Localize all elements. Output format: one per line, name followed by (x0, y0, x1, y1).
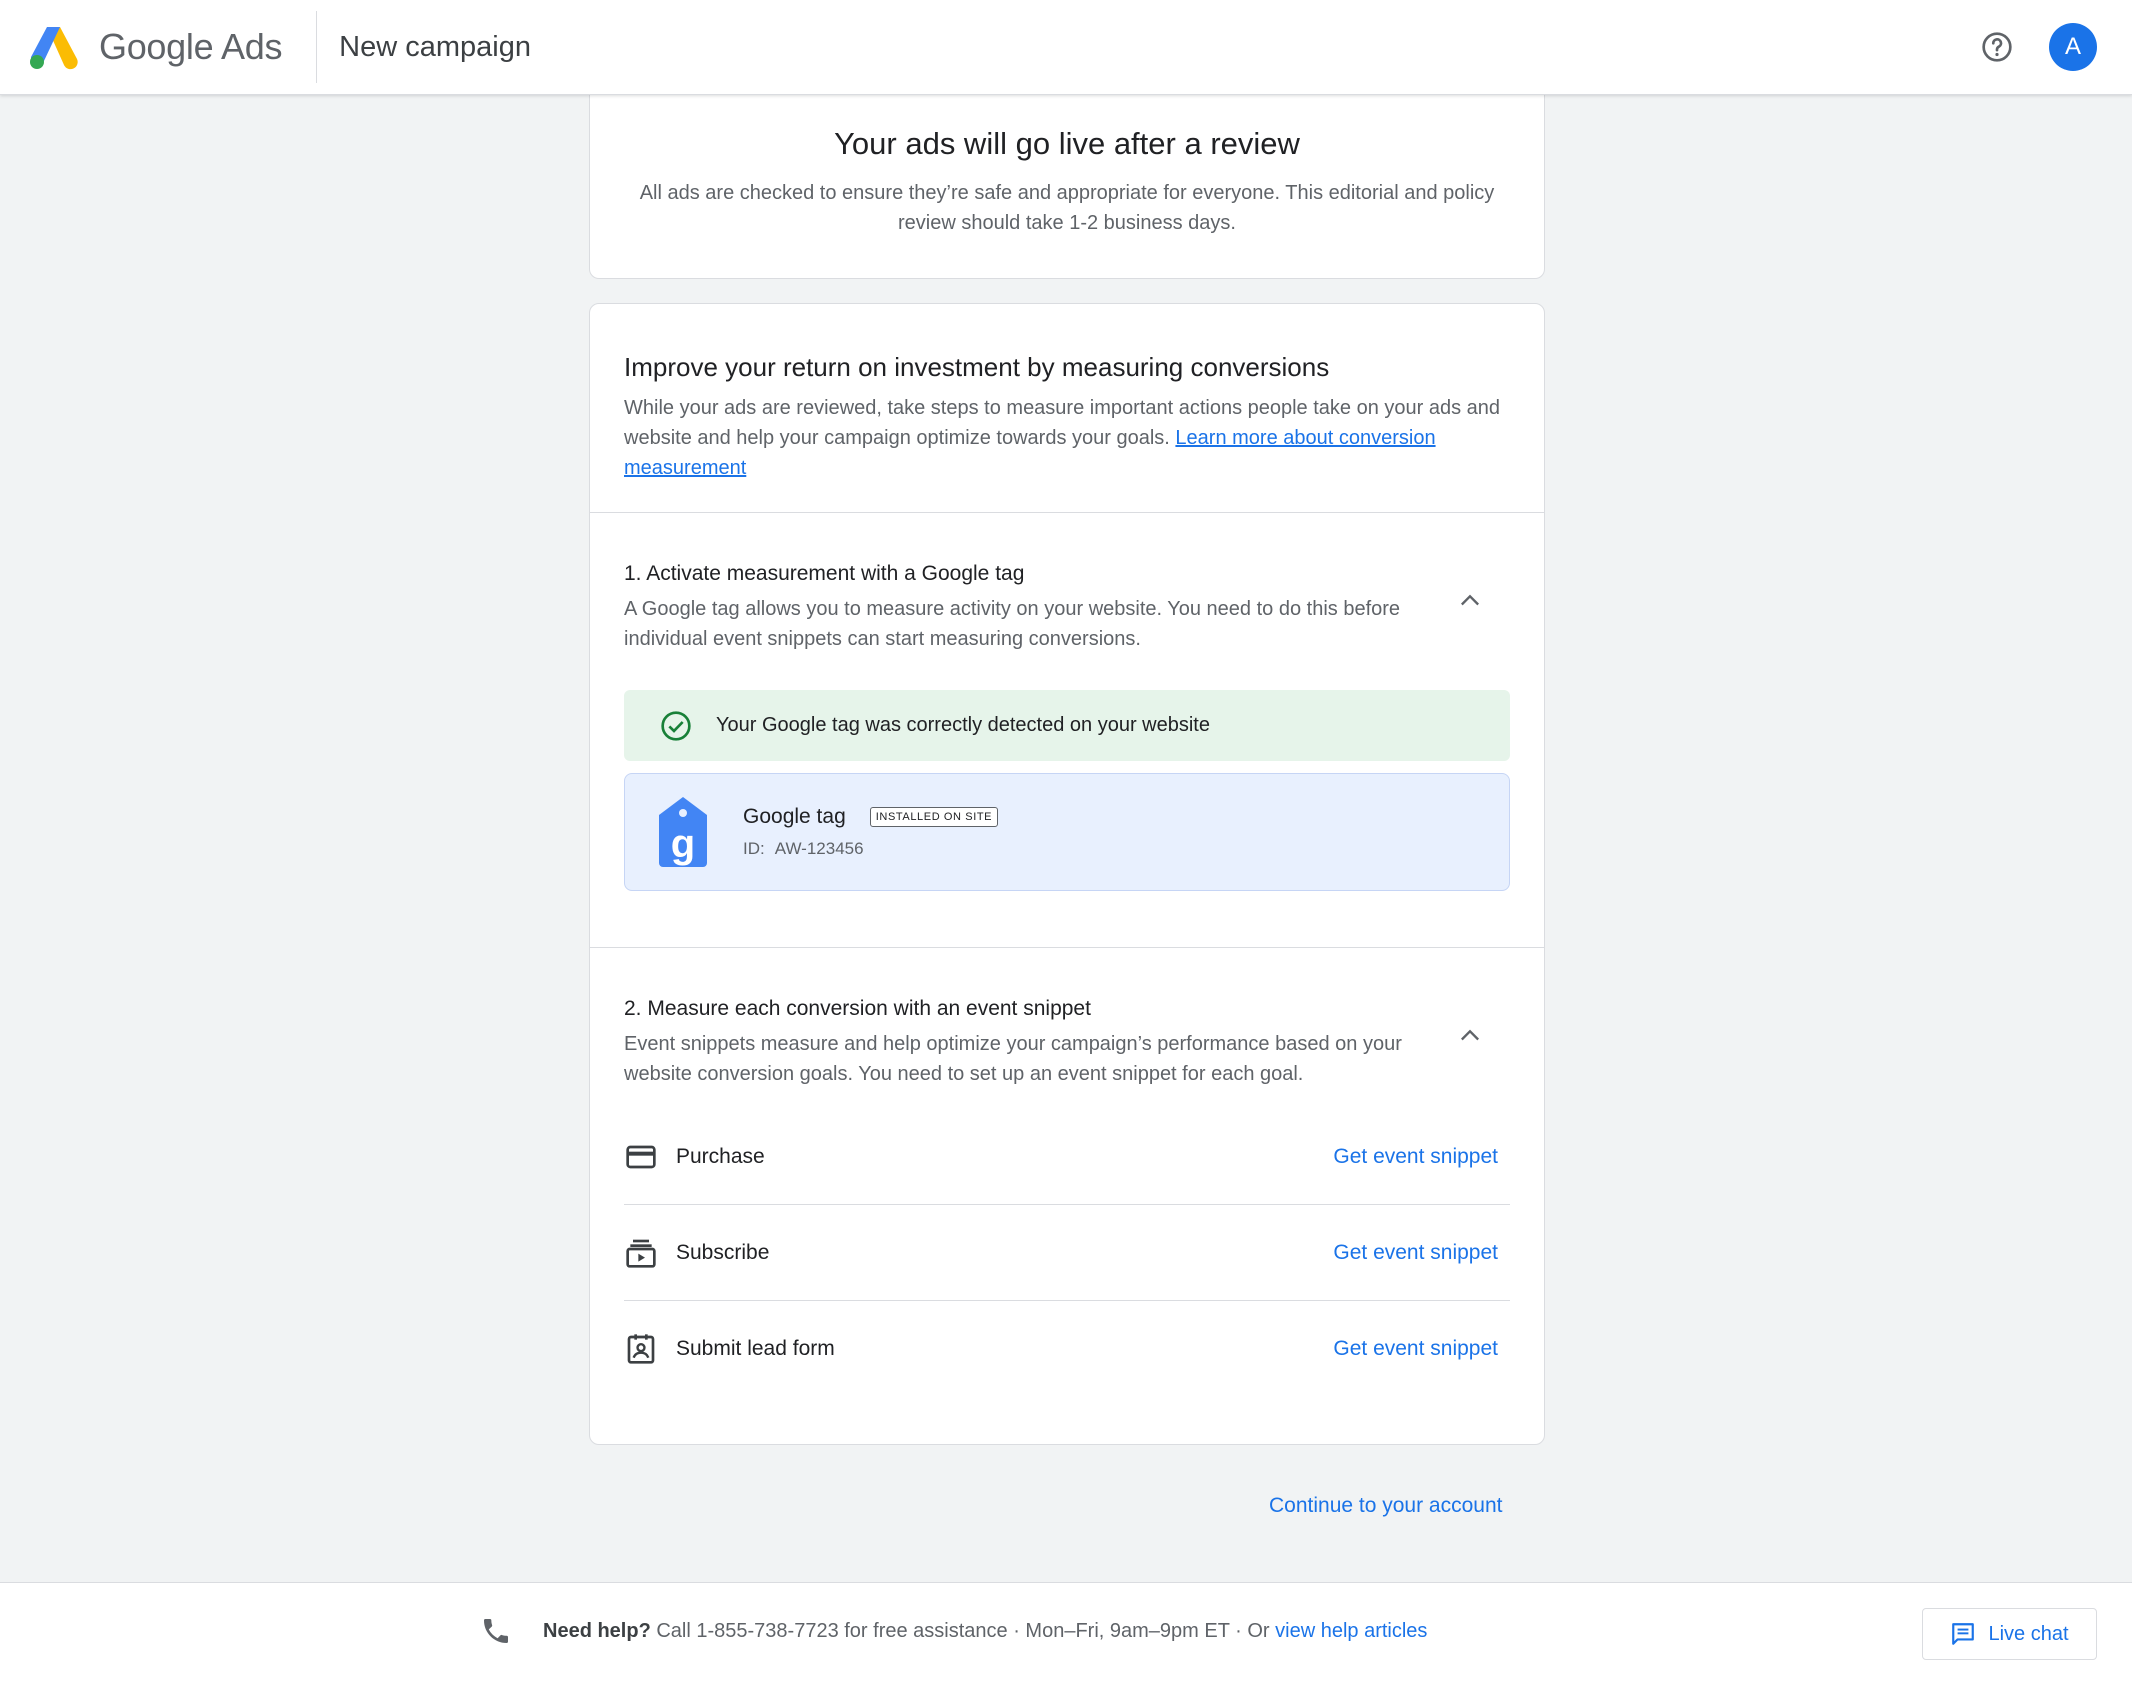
chevron-up-icon (1461, 594, 1479, 606)
chat-icon (1952, 1623, 1975, 1645)
goal-label: Submit lead form (676, 1337, 835, 1360)
contact-form-icon (624, 1332, 658, 1366)
page-title: New campaign (339, 30, 531, 63)
google-tag-name: Google tag (743, 805, 846, 828)
list-item: Submit lead form Get event snippet (624, 1301, 1510, 1397)
check-circle-icon (661, 710, 691, 741)
list-item: Purchase Get event snippet (624, 1109, 1510, 1205)
credit-card-icon (624, 1140, 658, 1174)
help-button[interactable] (1977, 27, 2017, 67)
brand-ads: Ads (221, 26, 283, 67)
tag-id-value: AW-123456 (774, 839, 864, 858)
review-body: All ads are checked to ensure they’re sa… (639, 182, 1495, 234)
step-google-tag: 1. Activate measurement with a Google ta… (590, 513, 1544, 948)
live-chat-label: Live chat (1988, 1622, 2069, 1645)
google-tag-info: Google tag INSTALLED ON SITE ID: AW-12345… (743, 805, 999, 859)
step-2-title: 2. Measure each conversion with an event… (624, 997, 1091, 1020)
view-help-articles-link[interactable]: view help articles (1275, 1620, 1427, 1642)
review-title: Your ads will go live after a review (834, 126, 1300, 161)
brand-google: Google (99, 26, 214, 67)
measurement-intro: Improve your return on investment by mea… (590, 304, 1544, 513)
google-ads-logo-link[interactable]: Google Ads (27, 0, 282, 95)
google-ads-logo-icon (30, 27, 78, 70)
conversion-goals-list: Purchase Get event snippet Subscribe Get… (624, 1109, 1510, 1397)
header-divider (316, 11, 318, 83)
continue-to-account-button[interactable]: Continue to your account (1269, 1494, 1502, 1518)
goal-label: Subscribe (676, 1240, 770, 1264)
step-event-snippet: 2. Measure each conversion with an event… (590, 948, 1544, 1445)
step-1-description: A Google tag allows you to measure activ… (624, 598, 1401, 650)
installed-badge: INSTALLED ON SITE (869, 807, 999, 827)
list-item: Subscribe Get event snippet (624, 1205, 1510, 1301)
collapse-step-1-button[interactable] (1454, 585, 1486, 617)
help-text: Need help? Call 1-855-738-7723 for free … (543, 1620, 1427, 1643)
tag-id-label: ID: (743, 839, 765, 858)
need-help-label: Need help? (543, 1620, 651, 1642)
google-tag-panel: g Google tag INSTALLED ON SITE ID: AW-123… (624, 773, 1510, 891)
svg-text:g: g (671, 822, 695, 866)
help-circle-icon (1982, 32, 2012, 62)
top-app-bar: Google Ads New campaign A (0, 0, 2132, 95)
step-1-title: 1. Activate measurement with a Google ta… (624, 562, 1025, 585)
get-event-snippet-link[interactable]: Get event snippet (1333, 1337, 1498, 1361)
google-tag-id: ID: AW-123456 (743, 839, 998, 859)
collapse-step-2-button[interactable] (1454, 1020, 1486, 1052)
goal-label: Purchase (676, 1144, 765, 1168)
google-tag-icon: g (659, 797, 707, 867)
help-footer: Need help? Call 1-855-738-7723 for free … (0, 1582, 2132, 1688)
tag-detected-alert: Your Google tag was correctly detected o… (624, 690, 1510, 761)
tag-detected-text: Your Google tag was correctly detected o… (716, 714, 1210, 736)
subscriptions-icon (624, 1236, 658, 1270)
google-tag-name-row: Google tag INSTALLED ON SITE (743, 805, 999, 829)
step-2-description: Event snippets measure and help optimize… (624, 1033, 1402, 1085)
chevron-up-icon (1461, 1029, 1479, 1041)
phone-icon (484, 1619, 508, 1643)
conversion-measurement-card: Improve your return on investment by mea… (589, 303, 1545, 1445)
call-info: Call 1-855-738-7723 for free assistance … (650, 1620, 1276, 1642)
get-event-snippet-link[interactable]: Get event snippet (1333, 1241, 1498, 1265)
get-event-snippet-link[interactable]: Get event snippet (1333, 1145, 1498, 1169)
measurement-body: While your ads are reviewed, take steps … (624, 393, 1504, 483)
top-actions: A (1977, 23, 2097, 71)
brand-name: Google Ads (99, 26, 282, 68)
account-avatar[interactable]: A (2049, 23, 2097, 71)
review-card: Your ads will go live after a review All… (589, 80, 1545, 279)
measurement-title: Improve your return on investment by mea… (624, 352, 1330, 382)
live-chat-button[interactable]: Live chat (1922, 1608, 2097, 1660)
